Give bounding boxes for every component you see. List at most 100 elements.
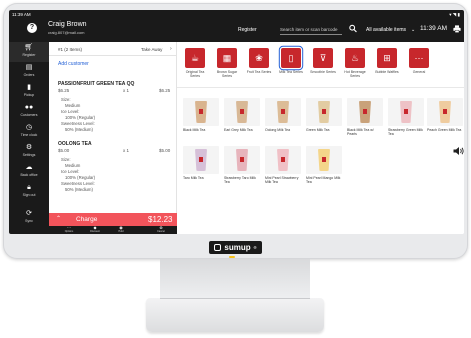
footer-label: Options	[64, 230, 74, 233]
footer-label: Hold	[118, 230, 124, 233]
drink-cup	[318, 101, 330, 123]
modifier-value: 50% (Medium)	[65, 187, 93, 192]
category-general[interactable]: ⋯ General	[405, 48, 433, 74]
nav-label: Customers	[20, 113, 38, 117]
sugar-icon: ▦	[217, 48, 237, 68]
product-tile[interactable]: Mini Pearl Mango Milk Tea	[306, 146, 342, 184]
product-tile[interactable]: Black Milk Tea	[183, 98, 219, 132]
nav-label: Orders	[23, 73, 35, 77]
product-tile[interactable]: Taro Milk Tea	[183, 146, 219, 180]
chevron-right-icon[interactable]: ›	[170, 46, 172, 52]
product-name: Strawberry Green Milk Tea	[388, 128, 423, 136]
modifier-value: 100% (Regular)	[65, 175, 96, 180]
charge-label: Charge	[76, 216, 98, 223]
product-image	[265, 146, 301, 174]
drink-cup	[195, 101, 207, 123]
nav-item-register[interactable]: 🛒︎ Register	[9, 42, 49, 62]
brand-logo: sumup ®	[209, 240, 262, 254]
line-item-total: $5.00	[159, 148, 171, 153]
charge-amount: $12.23	[148, 215, 173, 224]
category-label: Bubble Waffles	[375, 70, 399, 74]
order-type-select[interactable]: Take Away	[141, 47, 162, 52]
search-icon[interactable]	[349, 24, 357, 33]
nav-item-back-office[interactable]: ☁ Back office	[9, 162, 49, 182]
category-milk-tea[interactable]: ▯ Milk Tea Series	[277, 48, 305, 74]
status-time: 11:39 AM	[12, 12, 31, 17]
category-label: Original Tea Series	[185, 70, 205, 78]
product-image	[224, 146, 260, 174]
help-icon[interactable]: ?	[27, 23, 37, 33]
nav-item-sync[interactable]: ⟳ Sync	[9, 208, 49, 228]
drink-cup	[195, 149, 207, 171]
nav-item-orders[interactable]: ▤ Orders	[9, 62, 49, 82]
product-tile[interactable]: Strawberry Green Milk Tea	[388, 98, 424, 136]
nav-item-pickup[interactable]: ▮ Pickup	[9, 82, 49, 102]
product-tile[interactable]: Strawberry Taro Milk Tea	[224, 146, 260, 184]
product-name: Black Milk Tea w/ Pearls	[347, 128, 374, 136]
user-name[interactable]: Craig Brown	[48, 21, 87, 28]
stand-seam	[160, 298, 310, 299]
lock-icon: 🔒︎	[27, 184, 31, 191]
orders-icon: ▤	[25, 64, 33, 71]
options-button[interactable]: ⋯ Options	[58, 226, 80, 234]
drink-cup	[318, 149, 330, 171]
chevron-down-icon[interactable]: ⌄	[411, 27, 415, 33]
search-input[interactable]: Search item or scan barcode	[280, 27, 338, 32]
line-item-price: $5.00	[58, 148, 70, 153]
drink-cup	[236, 101, 248, 123]
footer-label: Discount	[90, 230, 100, 233]
line-item-qty: x 1	[123, 148, 130, 153]
hot-cup-icon: ♨	[345, 48, 365, 68]
product-name: Mini Pearl Mango Milk Tea	[306, 176, 341, 184]
cancel-button[interactable]: ⊗ Cancel	[150, 226, 172, 234]
product-tile[interactable]: Black Milk Tea w/ Pearls	[347, 98, 383, 136]
hold-button[interactable]: ◉ Hold	[110, 226, 132, 234]
product-name: Peach Green Milk Tea	[427, 128, 462, 132]
nav-label: Settings	[22, 153, 36, 157]
product-image	[306, 146, 342, 174]
nav-label: Back office	[20, 173, 38, 177]
modifier-value: 100% (Regular)	[65, 115, 96, 120]
stand-base	[146, 298, 324, 332]
category-hot-beverage[interactable]: ♨ Hot Beverage Series	[341, 48, 369, 78]
category-label: General	[412, 70, 426, 74]
product-tile[interactable]: Mini Pearl Strawberry Milk Tea	[265, 146, 301, 184]
cart-line-item[interactable]: OOLONG TEA $5.00 x 1 $5.00 Size: Medium …	[49, 141, 177, 211]
filter-select[interactable]: All available items	[366, 27, 406, 33]
category-original-tea[interactable]: ☕︎ Original Tea Series	[181, 48, 209, 78]
product-tile[interactable]: Peach Green Milk Tea	[427, 98, 463, 132]
printer-icon[interactable]	[453, 25, 461, 33]
product-image	[427, 98, 463, 126]
search-underline	[280, 34, 342, 35]
product-tile[interactable]: Green Milk Tea	[306, 98, 342, 132]
nav-item-customers[interactable]: ●● Customers	[9, 102, 49, 122]
category-brown-sugar[interactable]: ▦ Brown Sugar Series	[213, 48, 241, 78]
nav-label: Register	[22, 53, 36, 57]
product-name: Taro Milk Tea	[183, 176, 204, 180]
drink-cup	[236, 149, 248, 171]
modifier-label: Size:	[61, 157, 71, 162]
more-icon: ⋯	[409, 48, 429, 68]
pickup-icon: ▮	[27, 84, 31, 91]
product-tile[interactable]: Earl Grey Milk Tea	[224, 98, 260, 132]
product-name: Oolong Milk Tea	[265, 128, 291, 132]
nav-item-sign-out[interactable]: 🔒︎ Sign out	[9, 182, 49, 202]
category-bubble-waffles[interactable]: ⊞ Bubble Waffles	[373, 48, 401, 74]
nav-label: Sign out	[22, 193, 36, 197]
footer-label: Cancel	[157, 230, 165, 233]
register-label: Register	[238, 27, 257, 33]
nav-item-time-clock[interactable]: ◷ Time clock	[9, 122, 49, 142]
nav-item-settings[interactable]: ⚙ Settings	[9, 142, 49, 162]
discount-button[interactable]: ◆ Discount	[84, 226, 106, 234]
add-customer-link[interactable]: Add customer	[58, 61, 89, 67]
category-smoothie[interactable]: ⊽ Smoothie Series	[309, 48, 337, 74]
category-label: Smoothie Series	[310, 70, 336, 74]
product-image	[224, 98, 260, 126]
drink-cup	[277, 101, 289, 123]
modifier-label: Sweetness Level:	[61, 121, 95, 126]
product-tile[interactable]: Oolong Milk Tea	[265, 98, 301, 132]
drink-cup	[277, 149, 289, 171]
product-image	[183, 98, 219, 126]
category-fruit-tea[interactable]: ❀ Fruit Tea Series	[245, 48, 273, 74]
speaker-icon[interactable]	[453, 146, 464, 156]
